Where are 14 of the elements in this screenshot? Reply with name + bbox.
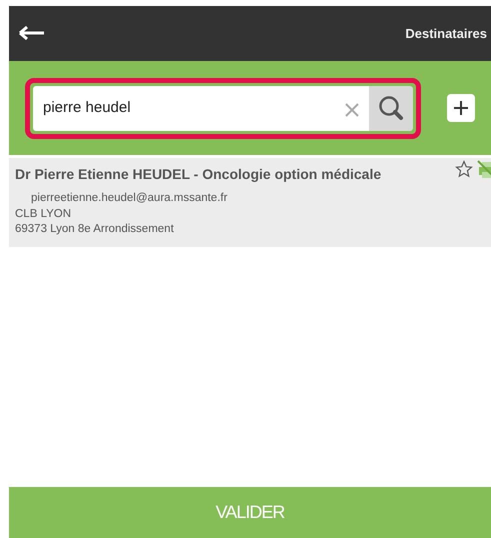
- header-title: Destinataires: [405, 26, 487, 42]
- close-icon: [345, 102, 359, 117]
- star-icon[interactable]: [455, 160, 473, 178]
- search-icon: [378, 95, 404, 121]
- back-arrow-icon: [19, 25, 45, 42]
- contact-address: 69373 Lyon 8e Arrondissement: [15, 222, 175, 238]
- result-item[interactable]: Dr Pierre Etienne HEUDEL - Oncologie option médicale pierreetienne.heudel@aura.mssante.fr CLB LYON 69373 Lyon 8e Arrondissement: [9, 158, 491, 247]
- contact-organization: CLB LYON: [15, 206, 72, 222]
- plus-icon: [453, 100, 469, 116]
- add-button[interactable]: [447, 94, 475, 122]
- contact-email: pierreetienne.heudel@aura.mssante.fr: [30, 191, 228, 206]
- search-field[interactable]: pierre heudel: [33, 86, 335, 130]
- search-button[interactable]: [369, 86, 413, 130]
- contact-name: Dr Pierre Etienne HEUDEL - Oncologie option médicale: [15, 165, 382, 184]
